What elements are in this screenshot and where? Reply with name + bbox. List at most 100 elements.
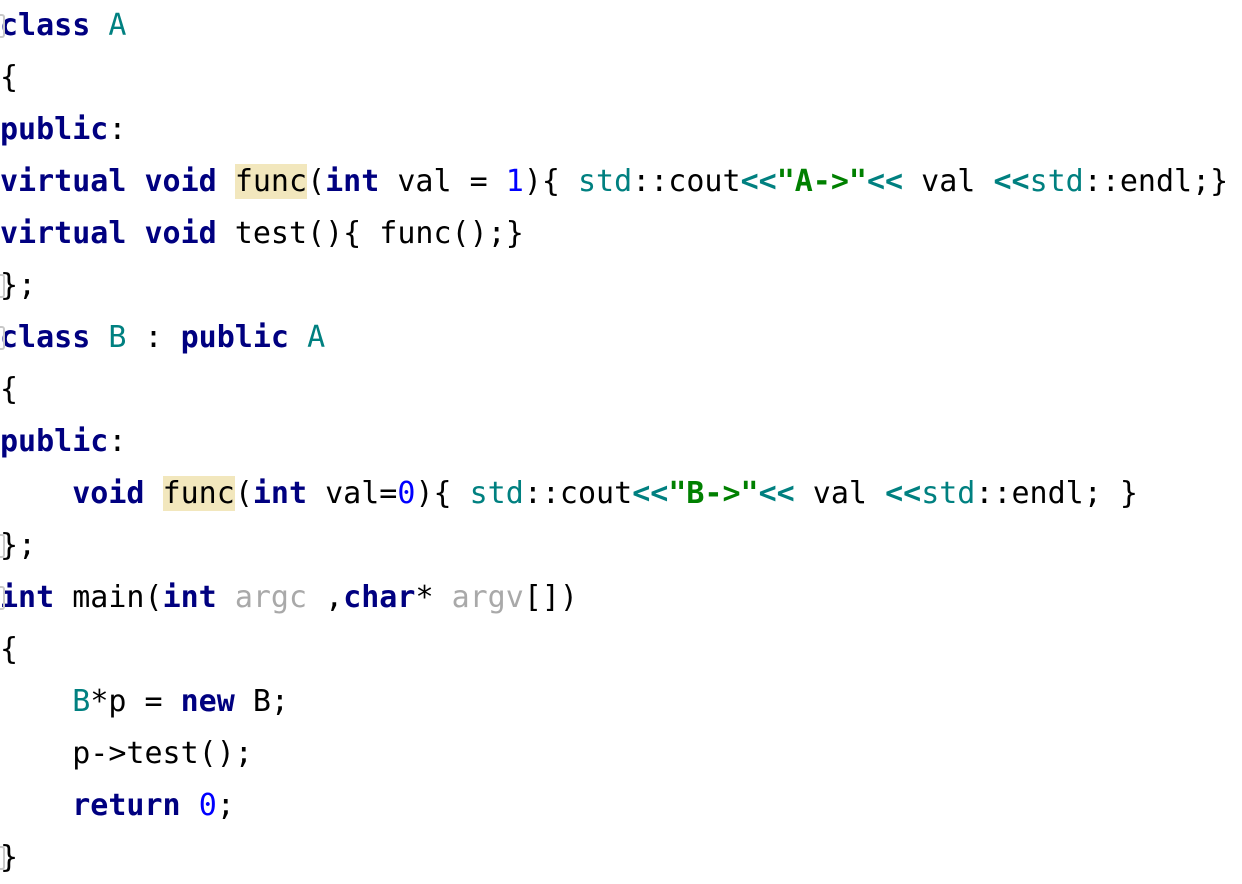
code-token-plain: ){ [523,164,578,199]
code-token-highlight: func [162,476,235,511]
code-token-plain: ( [307,164,326,199]
code-line[interactable]: }; [0,260,1242,312]
code-line[interactable]: int main(int argc ,char* argv[]) [0,572,1242,624]
code-token-operator: << [867,164,904,199]
code-token-plain: ::endl;} [1083,164,1229,199]
code-token-string: "B->" [668,476,759,511]
code-token-keyword: void [144,164,217,199]
code-line[interactable]: { [0,364,1242,416]
code-token-plain: ( [234,476,253,511]
code-line[interactable]: class A [0,0,1242,52]
code-token-keyword: new [180,684,235,719]
code-token-keyword: void [144,216,217,251]
code-token-keyword: public [180,320,289,355]
code-token-keyword: void [72,476,145,511]
code-token-keyword: char [343,580,416,615]
code-token-keyword: return [72,788,181,823]
code-token-operator: << [758,476,795,511]
code-line[interactable]: virtual void test(){ func();} [0,208,1242,260]
code-line[interactable]: { [0,624,1242,676]
code-token-plain: }; [0,268,37,303]
code-line[interactable]: public: [0,104,1242,156]
code-token-plain: ){ [415,476,470,511]
code-token-plain: : [126,320,181,355]
code-token-keyword: int [162,580,217,615]
code-line[interactable]: return 0; [0,780,1242,832]
code-token-plain: ::cout [632,164,741,199]
code-token-keyword: int [0,580,55,615]
code-token-keyword: public [0,424,109,459]
code-token-plain: p->test(); [0,736,253,771]
code-token-plain: { [0,60,19,95]
code-token-plain: B; [234,684,289,719]
code-line[interactable]: class B : public A [0,312,1242,364]
code-token-plain: main( [54,580,163,615]
code-token-plain: ::cout [523,476,633,511]
code-token-plain: val= [307,476,398,511]
code-token-type: std [921,476,976,511]
code-token-type: A [108,8,127,43]
code-token-type: std [1029,164,1084,199]
code-token-keyword: int [325,164,380,199]
code-line[interactable]: }; [0,520,1242,572]
code-token-plain: ::endl; } [975,476,1138,511]
code-token-keyword: public [0,112,109,147]
code-token-operator: << [632,476,669,511]
code-token-keyword: class [0,320,91,355]
code-token-plain: test(){ func();} [216,216,524,251]
code-token-plain: * [415,580,452,615]
code-token-type: std [578,164,633,199]
code-token-plain: : [108,424,127,459]
code-token-plain: ; [216,788,235,823]
code-token-keyword: class [0,8,91,43]
code-token-number: 0 [397,476,416,511]
code-token-type: std [469,476,524,511]
code-token-type: B [108,320,127,355]
code-token-plain: : [108,112,127,147]
code-token-number: 1 [505,164,524,199]
code-line[interactable]: B*p = new B; [0,676,1242,728]
code-token-plain: , [307,580,344,615]
code-content[interactable]: class A{public: virtual void func(int val… [0,0,1242,884]
code-token-number: 0 [198,788,217,823]
code-token-keyword: virtual [0,164,127,199]
code-token-operator: << [885,476,922,511]
code-token-param: argv [451,580,524,615]
code-token-operator: << [740,164,777,199]
code-line[interactable]: p->test(); [0,728,1242,780]
code-token-param: argc [234,580,308,615]
code-token-plain: } [0,840,19,875]
code-token-plain: val [903,164,994,199]
code-token-plain: }; [0,528,37,563]
code-line[interactable]: { [0,52,1242,104]
code-token-plain: { [0,372,19,407]
code-token-plain: *p = [90,684,181,719]
code-token-type: B [72,684,91,719]
code-token-type: A [307,320,326,355]
code-token-plain: { [0,632,19,667]
code-token-plain: val [794,476,886,511]
code-token-plain: val = [379,164,506,199]
code-editor[interactable]: class A{public: virtual void func(int val… [0,0,1242,875]
code-token-operator: << [993,164,1030,199]
code-line[interactable]: void func(int val=0){ std::cout<<"B->"<<… [0,468,1242,520]
code-token-plain: []) [523,580,578,615]
code-line[interactable]: virtual void func(int val = 1){ std::cou… [0,156,1242,208]
code-token-keyword: int [252,476,308,511]
code-token-keyword: virtual [0,216,127,251]
code-line[interactable]: } [0,832,1242,884]
code-line[interactable]: public: [0,416,1242,468]
code-token-highlight: func [234,164,308,199]
